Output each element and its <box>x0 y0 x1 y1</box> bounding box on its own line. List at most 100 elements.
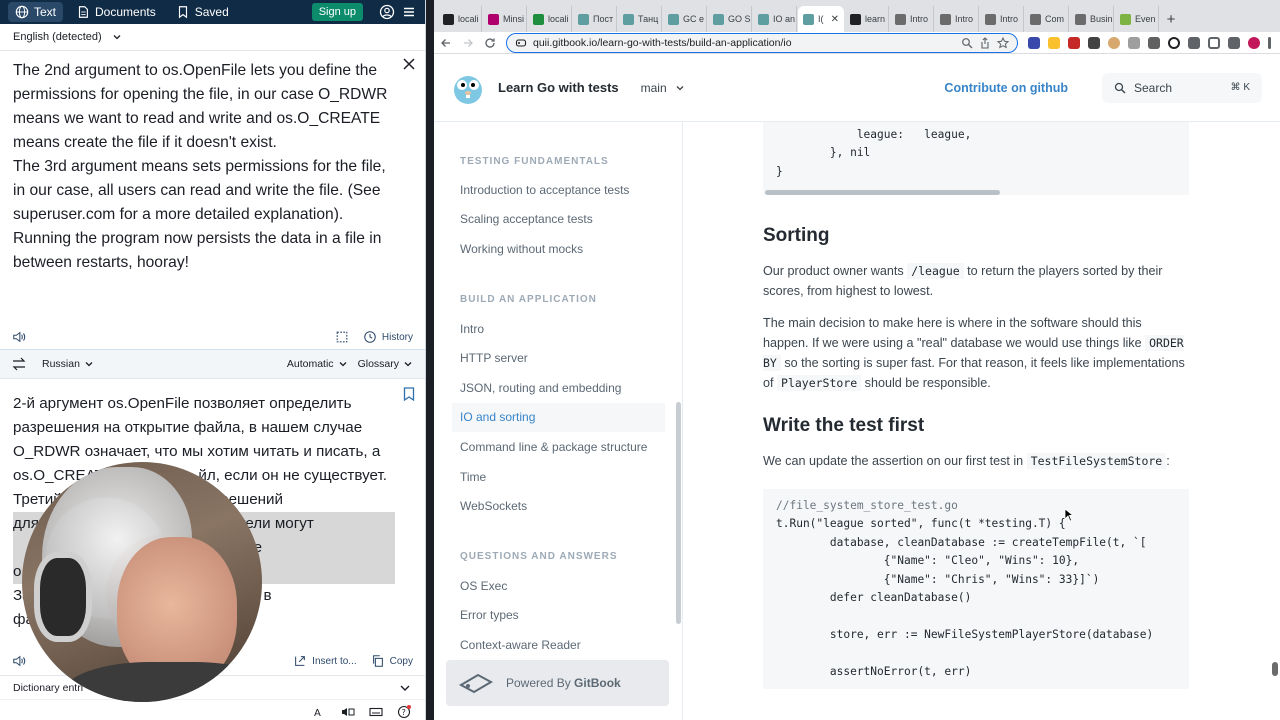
browser-tab[interactable]: Busin <box>1070 6 1114 32</box>
tab-documents[interactable]: Documents <box>69 2 163 22</box>
target-language-selector[interactable]: Russian <box>42 358 94 370</box>
back-icon[interactable] <box>440 37 452 49</box>
sidebar-item[interactable]: JSON, routing and embedding <box>434 373 682 403</box>
address-bar[interactable]: quii.gitbook.io/learn-go-with-tests/buil… <box>506 32 1018 53</box>
sidebar-item[interactable]: IO and sorting <box>452 402 665 433</box>
tab-text[interactable]: Text <box>8 2 64 22</box>
site-title[interactable]: Learn Go with tests <box>498 80 619 95</box>
browser-tab[interactable]: locali <box>528 6 572 32</box>
close-tab-icon[interactable]: ✕ <box>831 14 839 25</box>
reload-icon[interactable] <box>484 37 496 49</box>
sidebar-item[interactable]: Introduction to acceptance tests <box>434 175 682 205</box>
block-icon[interactable] <box>1168 36 1180 49</box>
browser-tab[interactable]: learn <box>845 6 889 32</box>
browser-tab[interactable]: Minsi <box>483 6 527 32</box>
signup-button[interactable]: Sign up <box>311 3 363 21</box>
keyboard-icon[interactable] <box>369 705 383 719</box>
profile-avatar[interactable] <box>1248 36 1260 49</box>
browser-tab[interactable]: Intro <box>935 6 979 32</box>
code-scrollbar[interactable] <box>765 190 1000 195</box>
favicon-icon <box>850 13 861 25</box>
glossary-selector[interactable]: Glossary <box>358 358 413 370</box>
sidebar-item[interactable]: OS Exec <box>434 571 682 601</box>
heading-sorting: Sorting <box>763 225 830 246</box>
sidebar-item[interactable]: Intro <box>434 314 682 344</box>
speaker-icon[interactable] <box>12 330 26 344</box>
gopher-logo-icon[interactable] <box>452 71 484 105</box>
extension-icon[interactable] <box>1148 36 1160 49</box>
formality-selector[interactable]: Automatic <box>287 358 348 370</box>
sidebar-item[interactable]: HTTP server <box>434 343 682 373</box>
browser-tab[interactable]: IO an <box>753 6 797 32</box>
extension-icon[interactable] <box>1128 36 1140 49</box>
browser-tab[interactable]: GC e <box>663 6 707 32</box>
extension-icon[interactable] <box>1028 36 1040 49</box>
sidebar-item[interactable]: Error types <box>434 601 682 631</box>
speaker-icon[interactable] <box>12 654 26 668</box>
site-info-icon[interactable] <box>515 37 527 49</box>
browser-tab[interactable]: GO S <box>708 6 752 32</box>
sidebar-scrollbar[interactable] <box>676 402 681 624</box>
insert-button[interactable]: Insert to... <box>293 654 357 668</box>
cookie-icon[interactable] <box>1108 36 1120 49</box>
clear-text-icon[interactable] <box>402 57 416 71</box>
favicon-icon <box>1120 13 1131 25</box>
menu-icon[interactable] <box>401 4 417 20</box>
sidebar-item[interactable]: Working without mocks <box>434 234 682 264</box>
browser-tab[interactable]: Танц <box>618 6 662 32</box>
page-scrollbar[interactable] <box>1272 662 1278 676</box>
browser-tab-label: Minsi <box>503 14 525 24</box>
browser-tab[interactable]: Even <box>1115 6 1159 32</box>
sidebar-icon[interactable] <box>1208 36 1220 49</box>
share-icon[interactable] <box>979 36 991 49</box>
swap-languages-icon[interactable] <box>12 357 26 371</box>
puzzle-icon[interactable] <box>1188 36 1200 49</box>
branch-selector[interactable]: main <box>641 81 685 95</box>
browser-tab[interactable]: Intro <box>890 6 934 32</box>
contribute-link[interactable]: Contribute on github <box>944 81 1068 95</box>
new-tab-button[interactable]: + <box>1160 6 1182 32</box>
dictation-icon[interactable] <box>341 705 355 719</box>
chevron-down-icon[interactable] <box>398 681 412 695</box>
code-block: //file_system_store_test.go t.Run("league… <box>763 489 1189 689</box>
source-language-selector[interactable]: English (detected) <box>0 24 425 51</box>
forward-icon[interactable] <box>462 37 474 49</box>
extension-icon[interactable] <box>1088 36 1100 49</box>
sidebar-item[interactable]: Context-aware Reader <box>434 630 682 660</box>
browser-tab[interactable]: Com <box>1025 6 1069 32</box>
powered-by-gitbook[interactable]: Powered By GitBook <box>446 660 669 706</box>
source-paragraph: The 2nd argument to os.OpenFile lets you… <box>13 62 388 151</box>
chevron-down-icon <box>676 85 684 90</box>
more-menu-icon[interactable] <box>1268 36 1271 49</box>
extensions-bar <box>1028 36 1271 49</box>
browser-tab[interactable]: Пост <box>573 6 617 32</box>
extension-icon[interactable] <box>1068 36 1080 49</box>
star-icon[interactable] <box>997 36 1009 49</box>
extension-icon[interactable] <box>1048 36 1060 49</box>
sidebar-item[interactable]: WebSockets <box>434 491 682 521</box>
copy-button[interactable]: Copy <box>371 654 413 668</box>
sidebar-item[interactable]: Time <box>434 462 682 492</box>
account-icon[interactable] <box>379 4 395 20</box>
history-button[interactable]: History <box>363 330 413 344</box>
save-translation-icon[interactable] <box>403 387 415 401</box>
font-size-icon[interactable]: A <box>313 705 327 719</box>
tab-saved-label: Saved <box>194 5 229 19</box>
browser-tab[interactable]: locali <box>438 6 482 32</box>
search-box[interactable]: Search ⌘ K <box>1102 72 1262 103</box>
sidebar-item[interactable]: Command line & package structure <box>434 432 682 462</box>
sidebar-item[interactable]: Scaling acceptance tests <box>434 205 682 235</box>
source-text[interactable]: The 2nd argument to os.OpenFile lets you… <box>13 59 395 275</box>
select-area-icon[interactable] <box>335 330 349 344</box>
split-divider[interactable] <box>426 0 434 720</box>
help-icon[interactable]: ? <box>397 704 411 719</box>
browser-tab[interactable]: I(✕ <box>798 6 844 32</box>
favicon-icon <box>985 13 996 25</box>
bottom-toolbar: A ? <box>0 699 425 720</box>
extension-icon[interactable] <box>1228 36 1240 49</box>
history-icon <box>364 331 376 343</box>
tab-saved[interactable]: Saved <box>169 2 236 22</box>
browser-tab[interactable]: Intro <box>980 6 1024 32</box>
source-text-area[interactable]: The 2nd argument to os.OpenFile lets you… <box>0 51 425 349</box>
zoom-icon[interactable] <box>961 37 973 49</box>
